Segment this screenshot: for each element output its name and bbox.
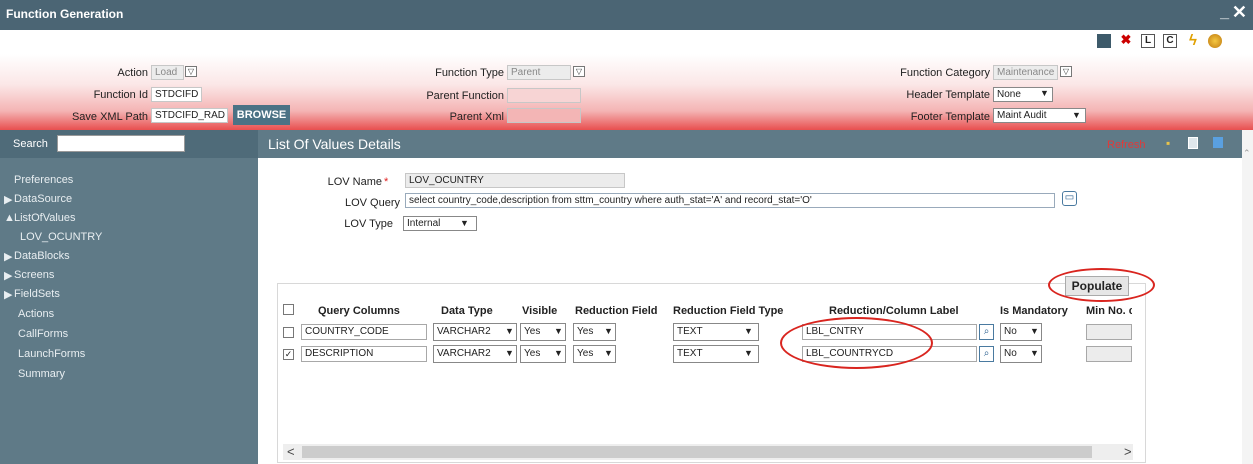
minus-icon[interactable]: ▪ <box>1166 136 1170 150</box>
lov-query-label: LOV Query <box>344 197 400 209</box>
l-icon[interactable]: L <box>1141 34 1155 48</box>
chevron-down-icon[interactable]: ▼ <box>554 326 563 336</box>
row-checkbox[interactable] <box>283 327 294 338</box>
column-header-query-columns: Query Columns <box>318 305 400 317</box>
c-icon[interactable]: C <box>1163 34 1177 48</box>
globe-icon[interactable] <box>1208 34 1222 48</box>
sidebar-search-bar: Search <box>0 130 258 158</box>
parent-function-label: Parent Function <box>426 90 504 102</box>
chevron-down-icon[interactable]: ▼ <box>505 326 514 336</box>
column-header-reduction-field: Reduction Field <box>575 305 658 317</box>
chevron-down-icon[interactable]: ▽ <box>1060 66 1072 77</box>
function-category-label: Function Category <box>900 67 990 79</box>
expand-arrow-icon[interactable]: ▶ <box>4 250 12 263</box>
footer-template-label: Footer Template <box>910 111 990 123</box>
function-id-label: Function Id <box>93 89 148 101</box>
chevron-down-icon[interactable]: ▼ <box>1030 326 1039 336</box>
minimize-button[interactable]: _ <box>1220 4 1229 22</box>
sidebar-item-fieldsets[interactable]: FieldSets <box>14 288 60 300</box>
lov-type-label: LOV Type <box>344 218 393 230</box>
refresh-link[interactable]: Refresh <box>1107 139 1146 151</box>
header-template-label: Header Template <box>906 89 990 101</box>
highlight-oval <box>1048 268 1155 302</box>
scroll-up-icon[interactable]: ⌃ <box>1243 148 1251 159</box>
search-input[interactable] <box>57 135 185 152</box>
sidebar-item-lov-ocuntry[interactable]: LOV_OCUNTRY <box>20 231 102 243</box>
chevron-down-icon[interactable]: ▼ <box>1072 110 1081 120</box>
save-icon[interactable] <box>1097 34 1111 48</box>
sidebar-item-datasource[interactable]: DataSource <box>14 193 72 205</box>
window-title: Function Generation <box>6 7 124 21</box>
scroll-left-icon[interactable]: < <box>287 444 295 459</box>
select-all-checkbox[interactable] <box>283 304 294 315</box>
parent-xml-label: Parent Xml <box>449 111 504 123</box>
lightning-icon[interactable]: ϟ <box>1186 33 1200 48</box>
min-no-cell[interactable] <box>1086 324 1132 340</box>
save-xml-path-label: Save XML Path <box>71 111 148 123</box>
parent-xml-field[interactable] <box>507 108 581 123</box>
sidebar-item-datablocks[interactable]: DataBlocks <box>14 250 70 262</box>
expand-arrow-icon[interactable]: ▶ <box>4 288 12 301</box>
query-column-cell[interactable]: COUNTRY_CODE <box>301 324 427 340</box>
document-icon[interactable] <box>1188 137 1198 149</box>
column-header-min-no: Min No. c <box>1086 305 1132 317</box>
action-select[interactable]: Load <box>151 65 184 80</box>
chevron-down-icon[interactable]: ▼ <box>505 348 514 358</box>
chevron-down-icon[interactable]: ▼ <box>460 218 469 228</box>
column-header-reduction-field-type: Reduction Field Type <box>673 305 784 317</box>
expand-arrow-icon[interactable]: ▶ <box>4 269 12 282</box>
chevron-down-icon[interactable]: ▼ <box>744 348 753 358</box>
chevron-down-icon[interactable]: ▼ <box>1040 88 1049 98</box>
function-category-select[interactable]: Maintenance <box>993 65 1058 80</box>
search-icon[interactable]: ⌕ <box>979 346 994 362</box>
sidebar-item-screens[interactable]: Screens <box>14 269 54 281</box>
column-header-is-mandatory: Is Mandatory <box>1000 305 1068 317</box>
close-button[interactable]: ✕ <box>1232 2 1247 23</box>
lov-name-label: LOV Name <box>327 176 382 188</box>
lov-query-field[interactable]: select country_code,description from stt… <box>405 193 1055 208</box>
content-header: List Of Values Details Refresh ▪ <box>258 130 1242 158</box>
speech-bubble-icon[interactable]: ▭ <box>1062 191 1077 206</box>
page-title: List Of Values Details <box>268 136 401 152</box>
expand-arrow-icon[interactable]: ▶ <box>4 193 12 206</box>
required-mark: * <box>384 176 389 188</box>
chevron-down-icon[interactable]: ▼ <box>604 326 613 336</box>
function-type-label: Function Type <box>435 67 504 79</box>
parent-function-field[interactable] <box>507 88 581 103</box>
column-header-data-type: Data Type <box>441 305 493 317</box>
sidebar-item-launchforms[interactable]: LaunchForms <box>18 348 85 360</box>
chevron-down-icon[interactable]: ▼ <box>554 348 563 358</box>
sidebar-item-actions[interactable]: Actions <box>18 308 54 320</box>
highlight-oval <box>780 317 933 369</box>
column-header-reduction-column-label: Reduction/Column Label <box>829 305 959 317</box>
toolbar: ✖ L C ϟ <box>0 30 1253 54</box>
chevron-down-icon[interactable]: ▽ <box>185 66 197 77</box>
function-type-select[interactable]: Parent <box>507 65 571 80</box>
action-label: Action <box>117 67 148 79</box>
chevron-down-icon[interactable]: ▼ <box>1030 348 1039 358</box>
lov-name-field[interactable]: LOV_OCUNTRY <box>405 173 625 188</box>
title-bar: Function Generation _ ✕ <box>0 0 1253 30</box>
min-no-cell[interactable] <box>1086 346 1132 362</box>
sidebar-item-preferences[interactable]: Preferences <box>14 174 73 186</box>
chevron-down-icon[interactable]: ▼ <box>744 326 753 336</box>
browse-button[interactable]: BROWSE <box>233 105 290 125</box>
delete-icon[interactable]: ✖ <box>1119 33 1133 48</box>
edit-icon[interactable] <box>1213 137 1223 148</box>
vertical-scrollbar[interactable]: ⌃ <box>1242 130 1253 464</box>
column-header-visible: Visible <box>522 305 558 317</box>
search-label: Search <box>13 138 48 150</box>
chevron-down-icon[interactable]: ▼ <box>604 348 613 358</box>
query-column-cell[interactable]: DESCRIPTION <box>301 346 427 362</box>
sidebar-item-summary[interactable]: Summary <box>18 368 65 380</box>
scrollbar-thumb[interactable] <box>302 446 1092 458</box>
scroll-right-icon[interactable]: > <box>1124 444 1132 459</box>
search-icon[interactable]: ⌕ <box>979 324 994 340</box>
chevron-down-icon[interactable]: ▽ <box>573 66 585 77</box>
sidebar-item-callforms[interactable]: CallForms <box>18 328 68 340</box>
row-checkbox[interactable]: ✓ <box>283 349 294 360</box>
save-xml-path-field[interactable]: STDCIFD_RAD <box>151 108 228 123</box>
sidebar-item-listofvalues[interactable]: ListOfValues <box>14 212 76 224</box>
function-id-field[interactable]: STDCIFD <box>151 87 202 102</box>
